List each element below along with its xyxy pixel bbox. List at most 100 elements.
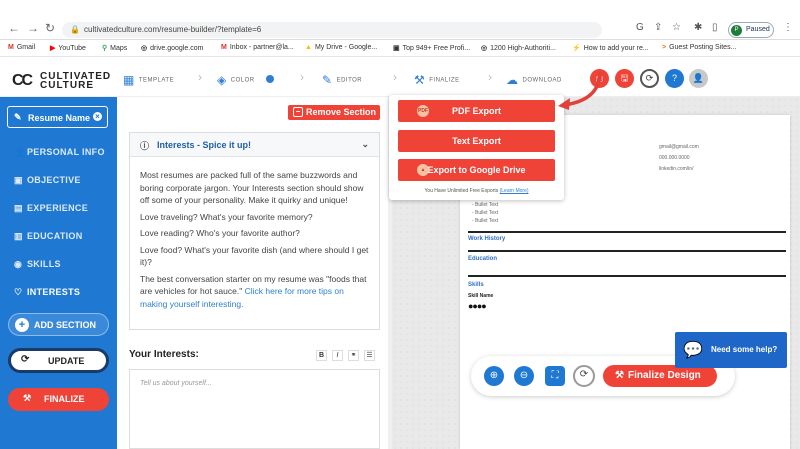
step-editor[interactable]: ✎ EDITOR [322,73,362,87]
extensions-icon[interactable]: ✱ [694,22,702,33]
remove-section-button[interactable]: − Remove Section [288,105,380,120]
zoom-out-button[interactable]: ⊖ [514,366,534,386]
bookmark-item[interactable]: M Gmail [8,44,35,51]
section-divider [468,275,786,277]
tip-paragraph: Love reading? Who's your favorite author… [140,228,300,238]
help-button[interactable]: ? [665,69,684,88]
save-icon: 🖫 [620,73,629,83]
resume-name-label: Resume Name [28,113,91,123]
bookmark-item[interactable]: > Guest Posting Sites... [662,44,736,51]
preview-skills: Skills [468,282,484,288]
sync-button[interactable]: ⟳ [640,69,659,88]
card-body: Most resumes are packed full of the same… [140,169,372,314]
google-drive-export-button[interactable]: ▲ Export to Google Drive [398,159,555,181]
preview-bullet: - Bullet Text [472,210,499,216]
zoom-out-icon: ⊖ [519,370,529,381]
bookmarks-bar: M Gmail ▶ YouTube ⚲ Maps ◎ drive.google.com … [0,40,800,57]
preview-bullet: - Bullet Text [472,202,499,208]
save-button[interactable]: 🖫 [615,69,634,88]
bookmark-item[interactable]: ▶ YouTube [50,44,86,52]
paint-roller-icon: ⚒ [23,393,32,403]
star-icon[interactable]: ☆ [672,22,681,33]
skill-rating: ●●●● [468,301,487,311]
list-button[interactable]: ☰ [364,350,375,361]
bookmark-item[interactable]: ◎ 1200 High-Authoriti... [481,44,556,52]
chevron-right-icon: › [393,70,397,84]
url-text: cultivatedculture.com/resume-builder/?te… [84,25,262,34]
card-header[interactable]: ⓘ Interests - Spice it up! ⌄ [130,133,379,157]
reload-icon[interactable]: ↻ [45,21,55,35]
sidebar-item-education[interactable]: ▥ EDUCATION [14,231,83,242]
brand-line2: CULTURE [40,80,95,91]
drive-icon: ▲ [417,164,429,176]
bookmark-item[interactable]: ▣ Top 949+ Free Profi... [393,44,470,52]
pencil-icon: ✎ [14,112,22,122]
section-divider [468,250,786,252]
zoom-in-button[interactable]: ⊕ [484,366,504,386]
step-color[interactable]: ◈ COLOR [217,73,255,87]
bookmark-item[interactable]: ⚲ Maps [102,44,127,52]
chevron-right-icon: › [198,70,202,84]
question-icon: ? [671,73,677,83]
learn-more-link[interactable]: (Learn More) [500,188,529,194]
sidepanel-icon[interactable]: ▯ [712,22,718,33]
user-icon: 👤 [14,147,26,157]
resume-name-button[interactable]: ✎ Resume Name × [7,106,108,128]
step-download[interactable]: ☁ DOWNLOAD [506,73,562,87]
update-button[interactable]: ⟳ UPDATE [8,348,109,373]
bold-button[interactable]: B [316,350,327,361]
preview-bullet: - Bullet Text [472,218,499,224]
color-swatch[interactable] [266,75,274,83]
sync-icon: ⟳ [21,354,30,365]
kebab-menu-icon[interactable]: ⋮ [783,22,793,33]
preview-linkedin: linkedin.com/in/ [659,166,694,172]
chevron-right-icon: › [488,70,492,84]
bookmark-item[interactable]: ⚡ How to add your re... [572,44,649,52]
profile-button[interactable]: P Paused [728,22,774,38]
bookmark-item[interactable]: ▲ My Drive - Google... [305,44,377,51]
forward-arrow-icon[interactable]: → [27,21,39,35]
step-finalize[interactable]: ⚒ FINALIZE [414,73,460,87]
sidebar-item-interests[interactable]: ♡ INTERESTS [14,287,80,298]
address-bar[interactable]: 🔒 cultivatedculture.com/resume-builder/?… [62,22,602,38]
account-button[interactable]: 👤 [689,69,708,88]
step-template[interactable]: ▦ TEMPLATE [123,73,174,87]
pdf-export-button[interactable]: PDF PDF Export [398,100,555,122]
tip-paragraph: Love traveling? What's your favorite mem… [140,211,313,222]
skills-icon: ◉ [14,259,23,269]
interests-textarea[interactable]: Tell us about yourself... [129,369,380,449]
add-section-button[interactable]: + ADD SECTION [8,313,109,336]
sidebar-item-skills[interactable]: ◉ SKILLS [14,259,61,270]
back-arrow-icon[interactable]: ← [8,21,20,35]
refresh-preview-button[interactable]: ⟳ [573,365,595,387]
tip-paragraph: Most resumes are packed full of the same… [140,170,364,205]
sidebar-item-objective[interactable]: ▣ OBJECTIVE [14,175,81,186]
italic-button[interactable]: I [332,350,343,361]
interests-label: Your Interests: [129,349,199,360]
fit-screen-button[interactable]: ⛶ [545,366,565,386]
chevron-right-icon: › [300,70,304,84]
tip-paragraph: The best conversation starter on my resu… [140,273,367,309]
finalize-button[interactable]: ⚒ FINALIZE [8,388,109,411]
finalize-design-button[interactable]: ⚒ Finalize Design [603,365,717,387]
help-chat-widget[interactable]: 💬 Need some help? [675,332,787,368]
preview-work-history: Work History [468,236,506,242]
avatar: P [731,25,742,36]
bookmark-item[interactable]: M Inbox - partner@la... [221,44,294,51]
bookmark-item[interactable]: ◎ drive.google.com [141,44,203,52]
google-icon[interactable]: G [636,22,644,33]
logo-mark-icon: CC [12,72,33,89]
chat-icon: 💬 [683,342,703,359]
chevron-down-icon[interactable]: ⌄ [361,139,369,150]
text-export-button[interactable]: Text Export [398,130,555,152]
close-icon[interactable]: × [93,112,102,121]
sidebar-item-personal-info[interactable]: 👤PERSONAL INFO [14,147,105,158]
sidebar-item-experience[interactable]: ▤ EXPERIENCE [14,203,88,214]
preview-email: gmail@gmail.com [659,144,699,150]
info-icon: ⓘ [140,141,150,151]
textarea-placeholder: Tell us about yourself... [140,380,212,387]
link-button[interactable]: ⚭ [348,350,359,361]
share-icon[interactable]: ⇪ [654,22,662,33]
sync-icon: ⟳ [579,369,589,380]
fullscreen-icon: ⛶ [551,370,559,381]
